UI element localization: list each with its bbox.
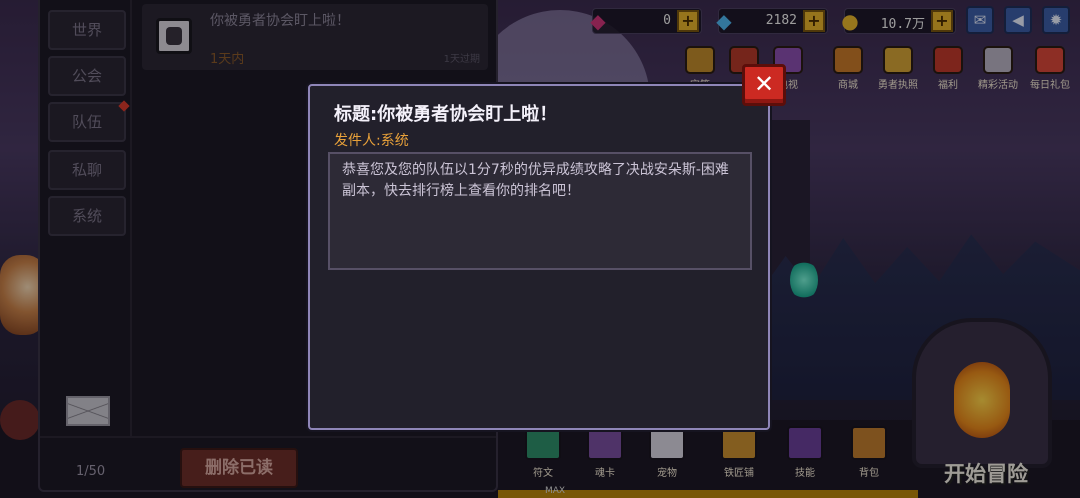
dialog-title: 标题:你被勇者协会盯上啦！ <box>334 104 558 125</box>
close-icon: ✕ <box>753 70 775 98</box>
mail-detail-dialog: 标题:你被勇者协会盯上啦！ 发件人:系统 恭喜您及您的队伍以1分7秒的优异成绩攻… <box>308 84 770 430</box>
dialog-sender: 发件人:系统 <box>334 133 409 149</box>
dialog-body: 恭喜您及您的队伍以1分7秒的优异成绩攻略了决战安朵斯-困难副本，快去排行榜上查看… <box>328 152 752 270</box>
close-button[interactable]: ✕ <box>742 64 786 106</box>
